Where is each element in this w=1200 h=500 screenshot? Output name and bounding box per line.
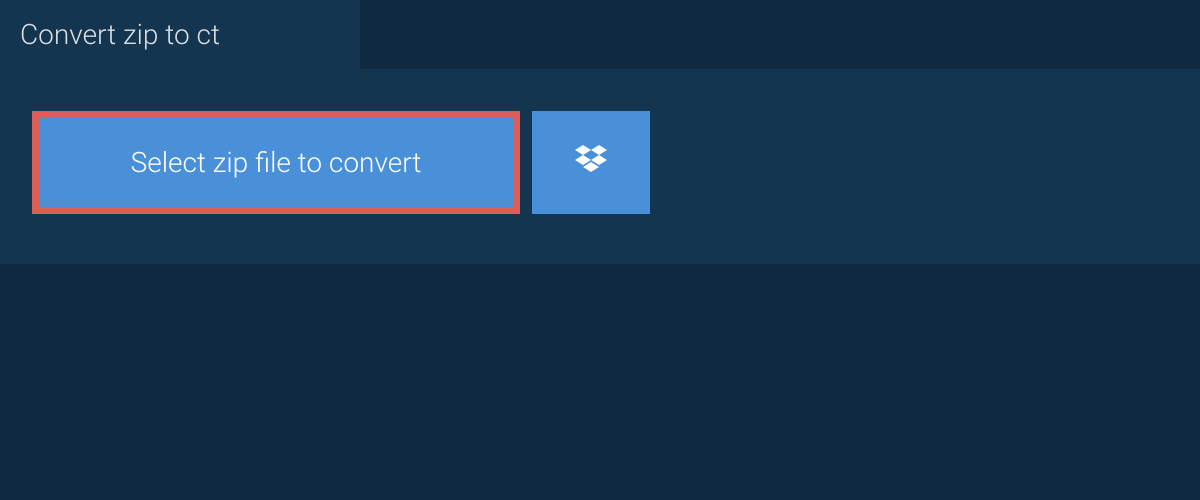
tab-convert[interactable]: Convert zip to ct — [0, 0, 360, 69]
select-file-label: Select zip file to convert — [131, 146, 422, 179]
select-file-button[interactable]: Select zip file to convert — [32, 111, 520, 214]
dropbox-icon — [571, 141, 611, 185]
dropbox-button[interactable] — [532, 111, 650, 214]
button-row: Select zip file to convert — [32, 111, 1168, 214]
tab-bar: Convert zip to ct — [0, 0, 1200, 69]
tab-label: Convert zip to ct — [20, 18, 220, 51]
upload-panel: Select zip file to convert — [0, 69, 1200, 264]
